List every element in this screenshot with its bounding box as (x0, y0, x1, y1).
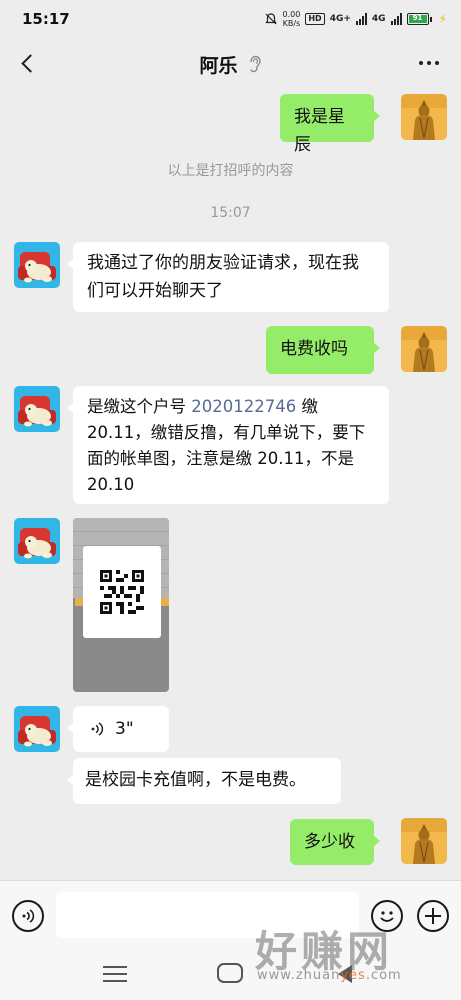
chat-header: 阿乐 (0, 38, 461, 90)
message-bubble-received[interactable]: 是校园卡充值啊，不是电费。 (67, 758, 341, 804)
status-icons: 0.00 KB/s HD 4G+ 4G 91 ⚡ (264, 10, 447, 28)
voice-wave-icon (91, 722, 104, 736)
charging-icon: ⚡ (438, 12, 447, 26)
qr-code-icon (100, 570, 144, 614)
battery-icon: 91 (406, 13, 432, 25)
home-icon[interactable] (217, 963, 243, 983)
statue-avatar-icon (401, 326, 447, 372)
message-bubble-sent[interactable]: 电费收吗 (266, 326, 380, 374)
hd-icon: HD (305, 13, 325, 25)
greeting-note: 以上是打招呼的内容 (167, 163, 294, 179)
my-avatar[interactable] (401, 326, 447, 372)
account-number-link[interactable]: 2020122746 (191, 397, 296, 416)
sheep-sofa-avatar-icon (14, 242, 60, 288)
signal-icon (390, 13, 402, 25)
my-avatar[interactable] (401, 818, 447, 864)
status-bar: 15:17 0.00 KB/s HD 4G+ 4G 91 ⚡ (0, 0, 461, 38)
contact-avatar[interactable] (14, 242, 60, 288)
system-nav-bar (0, 946, 461, 1000)
contact-avatar[interactable] (14, 518, 60, 564)
image-message[interactable] (73, 518, 169, 692)
statue-avatar-icon (401, 94, 447, 140)
message-timestamp: 15:07 (210, 205, 251, 221)
sheep-sofa-avatar-icon (14, 518, 60, 564)
statue-avatar-icon (401, 818, 447, 864)
message-bubble-sent[interactable]: 我是星辰 (280, 94, 380, 155)
back-icon (20, 53, 40, 73)
voice-duration: 3" (115, 719, 134, 739)
network-type-1: 4G+ (329, 14, 351, 24)
status-time: 15:17 (22, 10, 70, 28)
emoji-button[interactable] (371, 900, 403, 932)
message-bubble-received[interactable]: 是缴这个户号 2020122746 缴20.11，缴错反撸，有几单说下，要下面的… (67, 386, 389, 504)
signal-icon (355, 13, 367, 25)
input-bar (0, 880, 461, 946)
emoji-icon (380, 911, 394, 922)
voice-input-icon (22, 909, 35, 923)
more-button[interactable] (415, 50, 443, 76)
message-input[interactable] (56, 892, 359, 938)
title-group: 阿乐 (199, 51, 261, 78)
my-avatar[interactable] (401, 94, 447, 140)
net-speed: 0.00 KB/s (282, 10, 301, 28)
sheep-sofa-avatar-icon (14, 386, 60, 432)
qr-card (83, 546, 161, 638)
ear-icon (249, 55, 261, 73)
message-bubble-sent[interactable]: 多少收 (290, 819, 380, 865)
battery-level: 91 (408, 15, 427, 23)
sheep-sofa-avatar-icon (14, 706, 60, 752)
contact-avatar[interactable] (14, 706, 60, 752)
back-nav-icon[interactable] (338, 965, 352, 983)
message-bubble-received[interactable]: 我通过了你的朋友验证请求，现在我们可以开始聊天了 (67, 242, 389, 312)
voice-input-button[interactable] (12, 900, 44, 932)
contact-name: 阿乐 (199, 54, 238, 77)
contact-avatar[interactable] (14, 386, 60, 432)
voice-message[interactable]: 3" (67, 706, 169, 752)
plus-button[interactable] (417, 900, 449, 932)
network-type-2: 4G (371, 14, 386, 24)
mute-icon (264, 13, 277, 25)
back-button[interactable] (12, 48, 42, 78)
menu-icon[interactable] (103, 966, 127, 982)
